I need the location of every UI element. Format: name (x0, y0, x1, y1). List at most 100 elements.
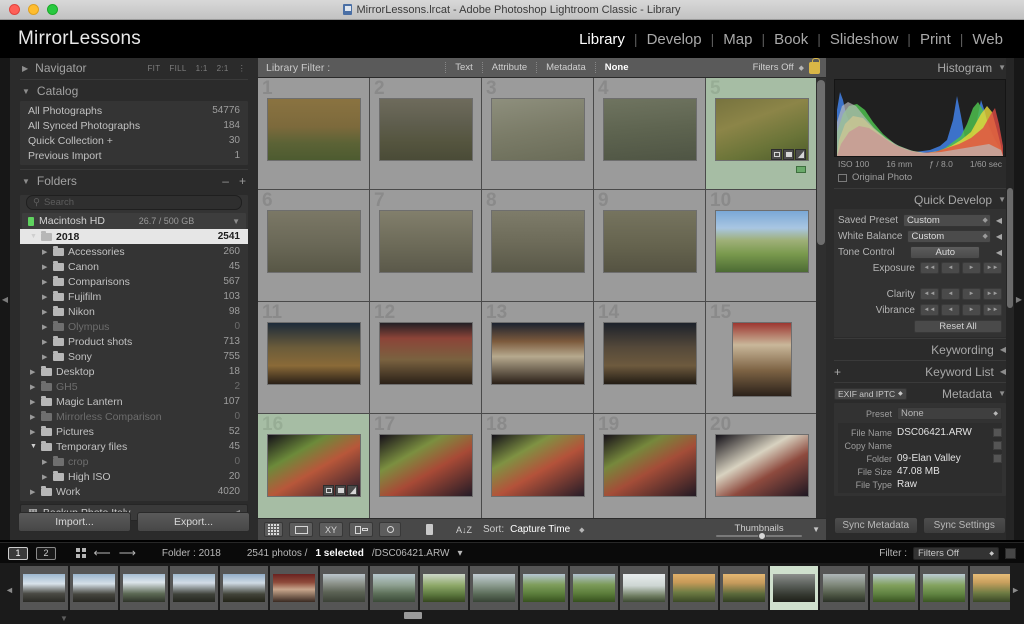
metadata-action-icon[interactable] (993, 441, 1002, 450)
color-label-green[interactable] (796, 166, 806, 173)
grid-cell[interactable]: 9 (594, 190, 706, 302)
filmstrip-thumbnail[interactable] (423, 574, 465, 602)
export-button[interactable]: Export... (137, 512, 250, 532)
thumbnail-size-slider[interactable]: Thumbnails (716, 523, 803, 540)
grid-cell[interactable]: 15 (706, 302, 818, 414)
original-photo-toggle[interactable]: Original Photo (834, 169, 1006, 187)
folder-item-olympus[interactable]: ▶ Olympus 0 (20, 319, 248, 334)
grid-cell[interactable]: 3 (482, 78, 594, 190)
develop-badge-icon[interactable] (795, 149, 806, 160)
keyword-list-header[interactable]: + Keyword List ◀ (834, 362, 1006, 381)
filmstrip-thumbnail[interactable] (673, 574, 715, 602)
add-keyword-button[interactable]: + (834, 365, 841, 379)
module-web[interactable]: Web (963, 31, 1012, 48)
grid-thumbnail[interactable] (379, 322, 473, 385)
module-book[interactable]: Book (765, 31, 817, 48)
chevron-right-icon[interactable]: ▶ (42, 293, 49, 301)
az-sort-icon[interactable]: A↓Z (455, 522, 473, 537)
chevron-down-icon[interactable]: ▼ (30, 443, 37, 450)
sync-metadata-button[interactable]: Sync Metadata (834, 517, 918, 534)
grid-cell[interactable]: 12 (370, 302, 482, 414)
grid-cell[interactable]: 7 (370, 190, 482, 302)
metadata-preset-select[interactable]: None ◆ (897, 407, 1002, 420)
filmstrip-thumbnail[interactable] (923, 574, 965, 602)
chevron-down-icon[interactable]: ▼ (998, 195, 1006, 204)
grid-thumbnail[interactable] (715, 210, 809, 273)
left-panel-collapse[interactable]: ◀ (0, 58, 10, 540)
crop-badge-icon[interactable] (323, 485, 334, 496)
grid-cell[interactable]: 4 (594, 78, 706, 190)
folder-item-desktop[interactable]: ▶ Desktop 18 (20, 364, 248, 379)
filmstrip-thumbnail[interactable] (173, 574, 215, 602)
nav-mode-1-1[interactable]: 1:1 (196, 64, 208, 73)
checkbox-icon[interactable] (838, 173, 847, 182)
metadata-action-icon[interactable] (993, 428, 1002, 437)
filmstrip-item[interactable] (20, 566, 68, 610)
grid-scrollbar[interactable] (816, 78, 826, 518)
metadata-view-select[interactable]: EXIF and IPTC ◆ (834, 387, 907, 400)
loupe-view-icon[interactable] (289, 522, 313, 537)
grid-thumbnail[interactable] (715, 434, 809, 497)
filter-tab-attribute[interactable]: Attribute (481, 62, 536, 73)
folder-item-nikon[interactable]: ▶ Nikon 98 (20, 304, 248, 319)
nav-mode-fill[interactable]: FILL (169, 64, 186, 73)
grid-cell[interactable]: 14 (594, 302, 706, 414)
clarity-minus[interactable]: ◄ (941, 288, 960, 300)
folder-item-product-shots[interactable]: ▶ Product shots 713 (20, 334, 248, 349)
folder-item-temporary-files[interactable]: ▼ Temporary files 45 (20, 439, 248, 454)
vibrance-minus[interactable]: ◄ (941, 304, 960, 316)
chevron-right-icon[interactable]: ▶ (30, 398, 37, 406)
catalog-item-all-photographs[interactable]: All Photographs 54776 (20, 103, 248, 118)
exposure-steppers[interactable]: ◄◄ ◄ ► ►► (920, 262, 1002, 274)
filmstrip-thumbnail[interactable] (573, 574, 615, 602)
exposure-plus-big[interactable]: ►► (983, 262, 1002, 274)
grid-thumbnail[interactable] (732, 322, 792, 397)
folder-item-fujifilm[interactable]: ▶ Fujifilm 103 (20, 289, 248, 304)
grid-cell[interactable]: 5 (706, 78, 818, 190)
quick-develop-header[interactable]: Quick Develop ▼ (834, 190, 1006, 209)
metadata-action-icon[interactable] (993, 454, 1002, 463)
folder-item-work[interactable]: ▶ Work 4020 (20, 484, 248, 499)
filmstrip-thumbnail[interactable] (273, 574, 315, 602)
filter-select[interactable]: Filters Off ◆ (913, 546, 999, 560)
filmstrip-thumbnail[interactable] (823, 574, 865, 602)
catalog-header[interactable]: ▼ Catalog (20, 81, 248, 101)
folder-item-sony[interactable]: ▶ Sony 755 (20, 349, 248, 364)
grid-cell[interactable]: 1 (258, 78, 370, 190)
vibrance-plus-big[interactable]: ►► (983, 304, 1002, 316)
filmstrip-prev-icon[interactable]: ◄ (5, 585, 14, 595)
filmstrip-collapse-icon[interactable]: ▼ (60, 614, 68, 623)
grid-cell[interactable]: 2 (370, 78, 482, 190)
clarity-minus-big[interactable]: ◄◄ (920, 288, 939, 300)
chevron-right-icon[interactable]: ▶ (42, 353, 49, 361)
grid-thumbnail[interactable] (379, 98, 473, 161)
filmstrip-item[interactable] (570, 566, 618, 610)
filmstrip-item[interactable] (320, 566, 368, 610)
filmstrip-item[interactable] (220, 566, 268, 610)
grid-cell[interactable]: 16 (258, 414, 370, 518)
arrow-right-icon[interactable]: ⟶ (119, 546, 136, 560)
grid-thumbnail[interactable] (267, 322, 361, 385)
filmstrip-thumbnail[interactable] (623, 574, 665, 602)
develop-badge-icon[interactable] (347, 485, 358, 496)
filmstrip-item[interactable] (820, 566, 868, 610)
grid-thumbnail[interactable] (603, 210, 697, 273)
toolbar-menu-icon[interactable]: ▼ (812, 525, 820, 534)
catalog-item-previous-import[interactable]: Previous Import 1 (20, 148, 248, 163)
folder-item-pictures[interactable]: ▶ Pictures 52 (20, 424, 248, 439)
filmstrip-item[interactable] (720, 566, 768, 610)
grid-thumbnail[interactable] (603, 322, 697, 385)
filmstrip-item[interactable] (670, 566, 718, 610)
folder-item-high-iso[interactable]: ▶ High ISO 20 (20, 469, 248, 484)
grid-thumbnail[interactable] (603, 98, 697, 161)
folder-search-input[interactable]: ⚲ Search (26, 195, 242, 210)
filmstrip-thumbnail[interactable] (873, 574, 915, 602)
module-develop[interactable]: Develop (638, 31, 711, 48)
chevron-left-icon[interactable]: ◀ (996, 216, 1002, 225)
right-panel-scrollbar-thumb[interactable] (1007, 188, 1013, 308)
chevron-right-icon[interactable]: ▶ (42, 278, 49, 286)
vibrance-steppers[interactable]: ◄◄ ◄ ► ►► (920, 304, 1002, 316)
nav-zoom-stepper-icon[interactable]: ⋮ (238, 64, 246, 73)
grid-thumbnail[interactable] (491, 210, 585, 273)
filmstrip-resize-handle[interactable] (404, 612, 422, 619)
